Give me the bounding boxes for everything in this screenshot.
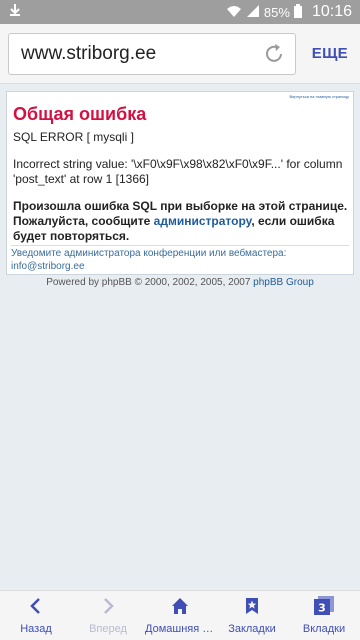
tabs-icon: 3 [313, 596, 335, 621]
home-label: Домашняя страница [145, 623, 215, 635]
url-text[interactable]: www.striborg.ee [21, 43, 261, 65]
forward-arrow-icon [98, 596, 118, 621]
divider [11, 245, 349, 246]
url-field[interactable]: www.striborg.ee [8, 32, 296, 75]
incorrect-value-line: Incorrect string value: '\xF0\x9F\x98\x8… [13, 157, 343, 186]
back-label: Назад [20, 623, 52, 635]
email-link[interactable]: info@striborg.ee [11, 260, 286, 273]
admin-link[interactable]: администратору [154, 214, 252, 228]
home-button[interactable]: Домашняя страница [144, 591, 216, 640]
status-right: 85% 10:16 [226, 3, 352, 21]
home-icon [170, 596, 190, 621]
bookmark-star-icon [242, 596, 262, 621]
footer-powered: Powered by phpBB © 2000, 2002, 2005, 200… [0, 277, 360, 288]
error-message: Произошла ошибка SQL при выборке на этой… [13, 199, 351, 244]
status-left [8, 3, 22, 22]
notify-text: Уведомите администратора конференции или… [11, 248, 287, 259]
clock: 10:16 [311, 3, 352, 20]
wifi-icon [226, 4, 242, 21]
error-panel: Вернуться на главную страницу Общая ошиб… [6, 91, 354, 275]
tabs-button[interactable]: 3 Вкладки [288, 591, 360, 640]
status-bar: 85% 10:16 [0, 0, 360, 24]
tabs-label: Вкладки [302, 623, 346, 635]
error-body: SQL ERROR [ mysqli ] Incorrect string va… [13, 130, 351, 256]
back-arrow-icon [26, 596, 46, 621]
download-icon [8, 3, 22, 22]
powered-text: Powered by phpBB © 2000, 2002, 2005, 200… [46, 277, 254, 288]
bookmarks-button[interactable]: Закладки [216, 591, 288, 640]
error-title: Общая ошибка [13, 104, 147, 124]
reload-icon[interactable] [261, 41, 287, 67]
more-button[interactable]: ЕЩЕ [312, 45, 348, 62]
battery-percent: 85% [263, 4, 290, 20]
home-link[interactable]: Вернуться на главную страницу [290, 94, 349, 99]
address-bar: www.striborg.ee ЕЩЕ [0, 24, 360, 84]
forward-label: Вперед [89, 623, 127, 635]
notify-admin: Уведомите администратора конференции или… [11, 247, 286, 273]
sql-error-line: SQL ERROR [ mysqli ] [13, 130, 134, 144]
forward-button[interactable]: Вперед [72, 591, 144, 640]
tab-count: 3 [318, 602, 326, 615]
phpbb-link[interactable]: phpBB Group [253, 277, 314, 288]
bottom-navigation: Назад Вперед Домашняя страница Закладки … [0, 590, 360, 640]
web-content: Вернуться на главную страницу Общая ошиб… [0, 85, 360, 590]
signal-icon [246, 4, 260, 21]
bookmarks-label: Закладки [228, 623, 276, 635]
battery-icon [293, 3, 302, 21]
back-button[interactable]: Назад [0, 591, 72, 640]
